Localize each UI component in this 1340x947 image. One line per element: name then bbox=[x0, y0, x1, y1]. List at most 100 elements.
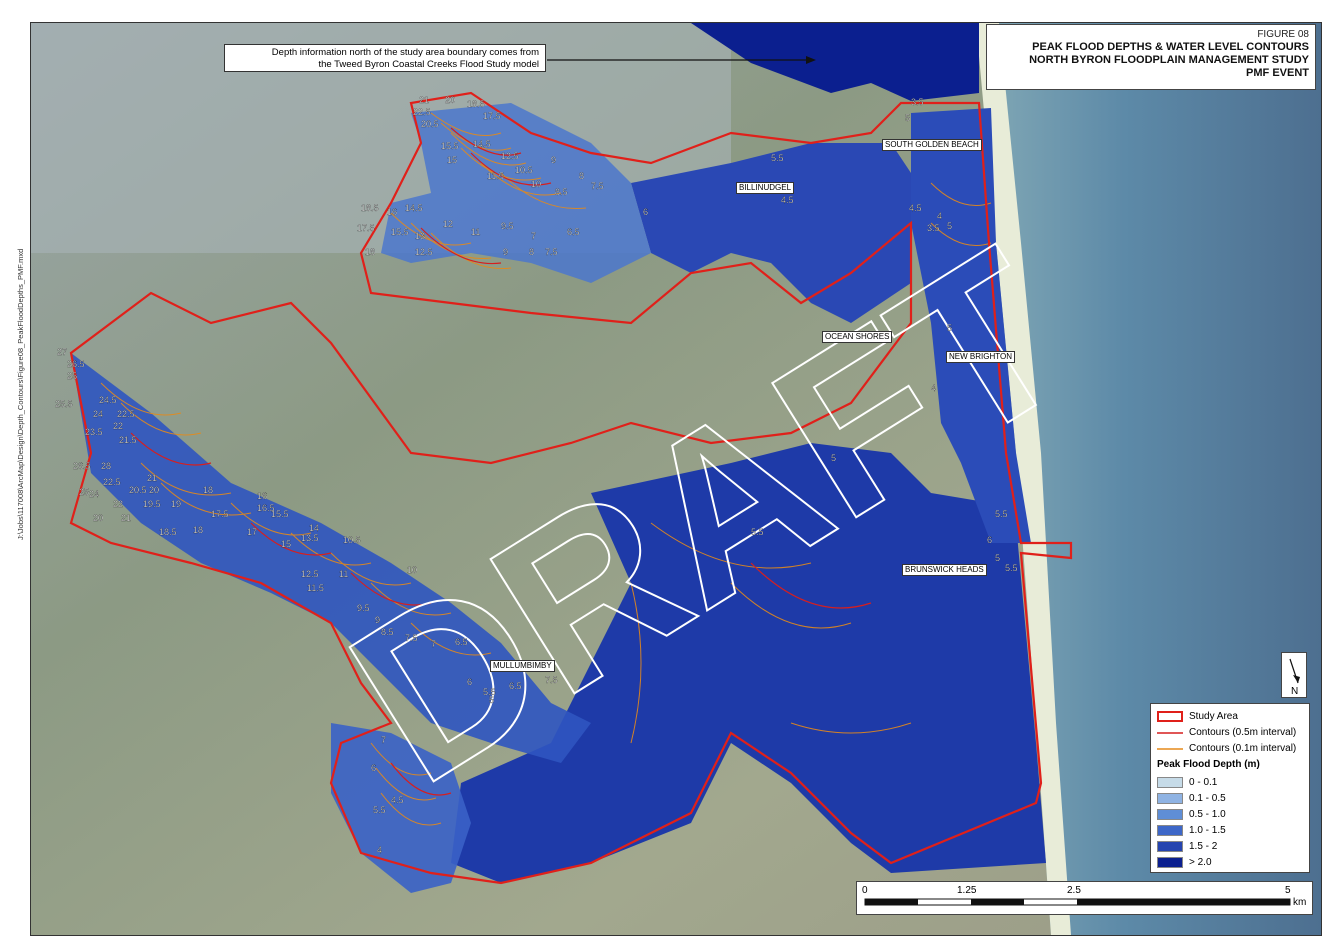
contour-label: 7.5 bbox=[545, 247, 558, 257]
contour-label: 8.5 bbox=[555, 187, 568, 197]
contour-label: 4.5 bbox=[391, 795, 404, 805]
contour-label: 20 bbox=[93, 513, 103, 523]
contour-label: 9.5 bbox=[501, 221, 514, 231]
depth-swatch bbox=[1157, 792, 1183, 804]
file-path-label: J:\Jobs\117008\ArcMap\Design\Depth_Conto… bbox=[16, 248, 25, 540]
contour-label: 4.5 bbox=[909, 203, 922, 213]
contour-label: 25 bbox=[67, 371, 77, 381]
contour-label: 24.5 bbox=[99, 395, 117, 405]
title-line-2: NORTH BYRON FLOODPLAIN MANAGEMENT STUDY bbox=[1029, 54, 1309, 66]
contour-label: 6.5 bbox=[567, 227, 580, 237]
contour-label: 15 bbox=[281, 539, 291, 549]
contour-label: 8.5 bbox=[381, 627, 394, 637]
north-arrow: N bbox=[1281, 652, 1307, 698]
contour-label: 14.5 bbox=[405, 203, 423, 213]
contour-label: 22.5 bbox=[117, 409, 135, 419]
depth-swatch bbox=[1157, 824, 1183, 836]
legend-depth-classes: 0 - 0.1 0.1 - 0.5 0.5 - 1.0 1.0 - 1.5 1.5 - … bbox=[1157, 774, 1303, 870]
contour-label: 22.5 bbox=[103, 477, 121, 487]
contour-label: 15.5 bbox=[441, 141, 459, 151]
contour-label: 21 bbox=[419, 95, 429, 105]
contour-label: 10.5 bbox=[343, 535, 361, 545]
legend-study-area-label: Study Area bbox=[1189, 710, 1238, 722]
contour-label: 19 bbox=[171, 499, 181, 509]
scale-tick-1: 1.25 bbox=[957, 885, 977, 896]
north-arrow-icon: N bbox=[1289, 658, 1300, 697]
legend-depth-class: 1.0 - 1.5 bbox=[1157, 822, 1303, 838]
contour-label: 18 bbox=[365, 247, 375, 257]
contour-label: 25.5 bbox=[55, 399, 73, 409]
contour-label: 9 bbox=[551, 155, 556, 165]
contour-label: 25 bbox=[79, 487, 89, 497]
contour-label: 11.5 bbox=[307, 583, 324, 593]
contour-label: 8 bbox=[529, 247, 534, 257]
contour-label: 6.5 bbox=[509, 681, 522, 691]
place-new-brighton: NEW BRIGHTON bbox=[946, 351, 1015, 363]
contour-label: 20.5 bbox=[129, 485, 147, 495]
contour-label: 3.5 bbox=[927, 223, 940, 233]
contour-label: 6 bbox=[371, 763, 376, 773]
legend-contour-01-label: Contours (0.1m interval) bbox=[1189, 742, 1297, 754]
contour-label: 18.5 bbox=[159, 527, 177, 537]
legend-contour-01: Contours (0.1m interval) bbox=[1157, 740, 1303, 756]
contour-label: 20.5 bbox=[421, 119, 439, 129]
contour-label: 18.5 bbox=[467, 99, 485, 109]
depth-swatch bbox=[1157, 840, 1183, 852]
contour-label: 22 bbox=[113, 421, 123, 431]
contour-label: 17.5 bbox=[211, 509, 229, 519]
contour-label: 12 bbox=[443, 219, 453, 229]
contour-label: 15.5 bbox=[391, 227, 409, 237]
contour-label: 20 bbox=[149, 485, 159, 495]
contour-label: 11 bbox=[471, 227, 480, 237]
contour-label: 7 bbox=[381, 735, 386, 745]
contour-label: 3.5 bbox=[911, 97, 924, 107]
contour-label: 10 bbox=[531, 179, 541, 189]
contour-label: 12.5 bbox=[301, 569, 319, 579]
contour-label: 6 bbox=[467, 677, 472, 687]
contour-label: 7 bbox=[531, 231, 536, 241]
depth-swatch bbox=[1157, 856, 1183, 868]
contour-label: 5.5 bbox=[373, 805, 386, 815]
contour-label: 6 bbox=[987, 535, 992, 545]
contour-label: 12.5 bbox=[501, 151, 519, 161]
note-line-2: the Tweed Byron Coastal Creeks Flood Stu… bbox=[318, 59, 539, 70]
contour-label: 11 bbox=[339, 569, 348, 579]
depth-class-label: 0.5 - 1.0 bbox=[1189, 808, 1226, 820]
contour-label: 23.5 bbox=[85, 427, 103, 437]
contour-label: 5 bbox=[995, 553, 1000, 563]
contour-label: 21 bbox=[147, 473, 157, 483]
contour-label: 16.5 bbox=[257, 503, 275, 513]
place-mullumbimby: MULLUMBIMBY bbox=[490, 660, 555, 672]
legend-contour-05-label: Contours (0.5m interval) bbox=[1189, 726, 1297, 738]
contour-label: 7 bbox=[431, 639, 436, 649]
contour-label: 10.5 bbox=[515, 165, 533, 175]
place-billinudgel: BILLINUDGEL bbox=[736, 182, 795, 194]
contour-label: 6 bbox=[643, 207, 648, 217]
contour-label: 14.5 bbox=[473, 139, 491, 149]
legend-depth-class: 0.5 - 1.0 bbox=[1157, 806, 1303, 822]
scale-unit: km bbox=[1293, 897, 1306, 908]
legend-depth-class: 0.1 - 0.5 bbox=[1157, 790, 1303, 806]
contour-label: 24 bbox=[93, 409, 103, 419]
contour-label: 18 bbox=[203, 485, 213, 495]
contour-label: 24 bbox=[89, 489, 99, 499]
contour-label: 28 bbox=[101, 461, 111, 471]
depth-class-label: 0 - 0.1 bbox=[1189, 776, 1218, 788]
scale-bar: 0 1.25 2.5 5 km bbox=[856, 881, 1313, 915]
depth-class-label: 1.5 - 2 bbox=[1189, 840, 1218, 852]
depth-class-label: 0.1 - 0.5 bbox=[1189, 792, 1226, 804]
legend-study-area: Study Area bbox=[1157, 708, 1303, 724]
title-line-1: PEAK FLOOD DEPTHS & WATER LEVEL CONTOURS bbox=[1032, 41, 1309, 53]
contour-label: 5 bbox=[905, 113, 910, 123]
flood-depth-map: DRAFT 21 20 18.522.5 17.520.515.5 14.515 12.5… bbox=[31, 23, 1321, 935]
figure-number: FIGURE 08 bbox=[1257, 29, 1309, 40]
place-south-golden-beach: SOUTH GOLDEN BEACH bbox=[882, 139, 982, 151]
contour-label: 26.5 bbox=[73, 461, 91, 471]
north-label: N bbox=[1291, 686, 1298, 697]
legend: Study Area Contours (0.5m interval) Cont… bbox=[1150, 703, 1310, 873]
legend-depth-class: > 2.0 bbox=[1157, 854, 1303, 870]
contour-label: 9 bbox=[375, 615, 380, 625]
place-brunswick-heads: BRUNSWICK HEADS bbox=[902, 564, 987, 576]
contour-label: 14 bbox=[309, 523, 319, 533]
contour-label: 22 bbox=[113, 499, 123, 509]
